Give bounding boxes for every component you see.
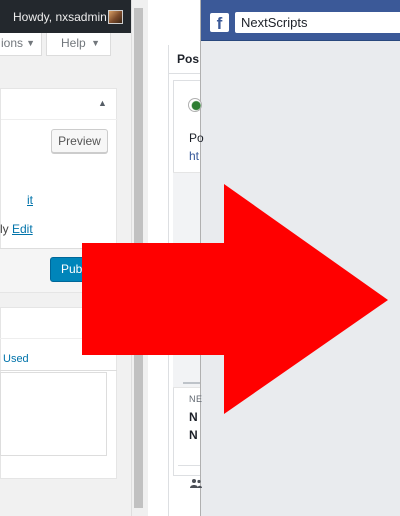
link-preview-image[interactable] xyxy=(173,172,200,388)
howdy-greeting[interactable]: Howdy, nxsadmin xyxy=(13,10,107,24)
wordpress-editor-pane: Howdy, nxsadmin ions ▼ Help ▼ ▲ Preview … xyxy=(0,0,148,516)
link-title-line-2[interactable]: N xyxy=(189,428,198,442)
wp-admin-bar: Howdy, nxsadmin xyxy=(0,0,131,33)
post-link[interactable]: ht xyxy=(189,149,199,163)
search-input[interactable]: NextScripts xyxy=(235,12,400,33)
post-card-header: Pos xyxy=(177,52,200,66)
visibility-text: ly xyxy=(0,222,12,236)
preview-button[interactable]: Preview xyxy=(51,129,108,153)
edit-status-link[interactable]: it xyxy=(27,193,33,207)
people-icon[interactable] xyxy=(190,478,202,488)
link-domain: NE xyxy=(189,394,203,404)
edit-publish-date-link[interactable]: Edit xyxy=(12,222,33,236)
link-title-line-1[interactable]: N xyxy=(189,410,198,424)
most-used-tab[interactable]: Used xyxy=(3,353,29,365)
help-tab[interactable]: Help ▼ xyxy=(46,33,111,56)
help-label: Help xyxy=(61,36,86,50)
categories-box-header xyxy=(0,307,117,339)
post-header-divider xyxy=(168,73,200,74)
most-used-tab-row: Used xyxy=(0,351,117,371)
publish-box-header: ▲ xyxy=(1,89,118,120)
publish-button[interactable]: Publ xyxy=(50,257,110,282)
user-avatar-icon[interactable] xyxy=(108,10,123,24)
category-checklist[interactable] xyxy=(0,372,107,456)
chevron-down-icon: ▼ xyxy=(91,38,100,48)
facebook-pane: f NextScripts xyxy=(200,0,400,516)
scrollbar-thumb[interactable] xyxy=(134,8,143,508)
collapse-toggle-icon[interactable]: ▲ xyxy=(98,98,107,108)
page-avatar-icon[interactable] xyxy=(188,98,202,112)
post-text: Po xyxy=(189,131,204,145)
visibility-row: ly Edit xyxy=(0,222,33,236)
screen-options-label: ions xyxy=(1,36,24,50)
screen-options-tab[interactable]: ions ▼ xyxy=(0,33,42,56)
chevron-down-icon: ▼ xyxy=(26,38,35,48)
post-footer-divider xyxy=(178,465,200,466)
image-progress-bar xyxy=(183,382,200,384)
facebook-top-bar: f NextScripts xyxy=(201,0,400,41)
facebook-logo-icon[interactable]: f xyxy=(210,13,229,32)
